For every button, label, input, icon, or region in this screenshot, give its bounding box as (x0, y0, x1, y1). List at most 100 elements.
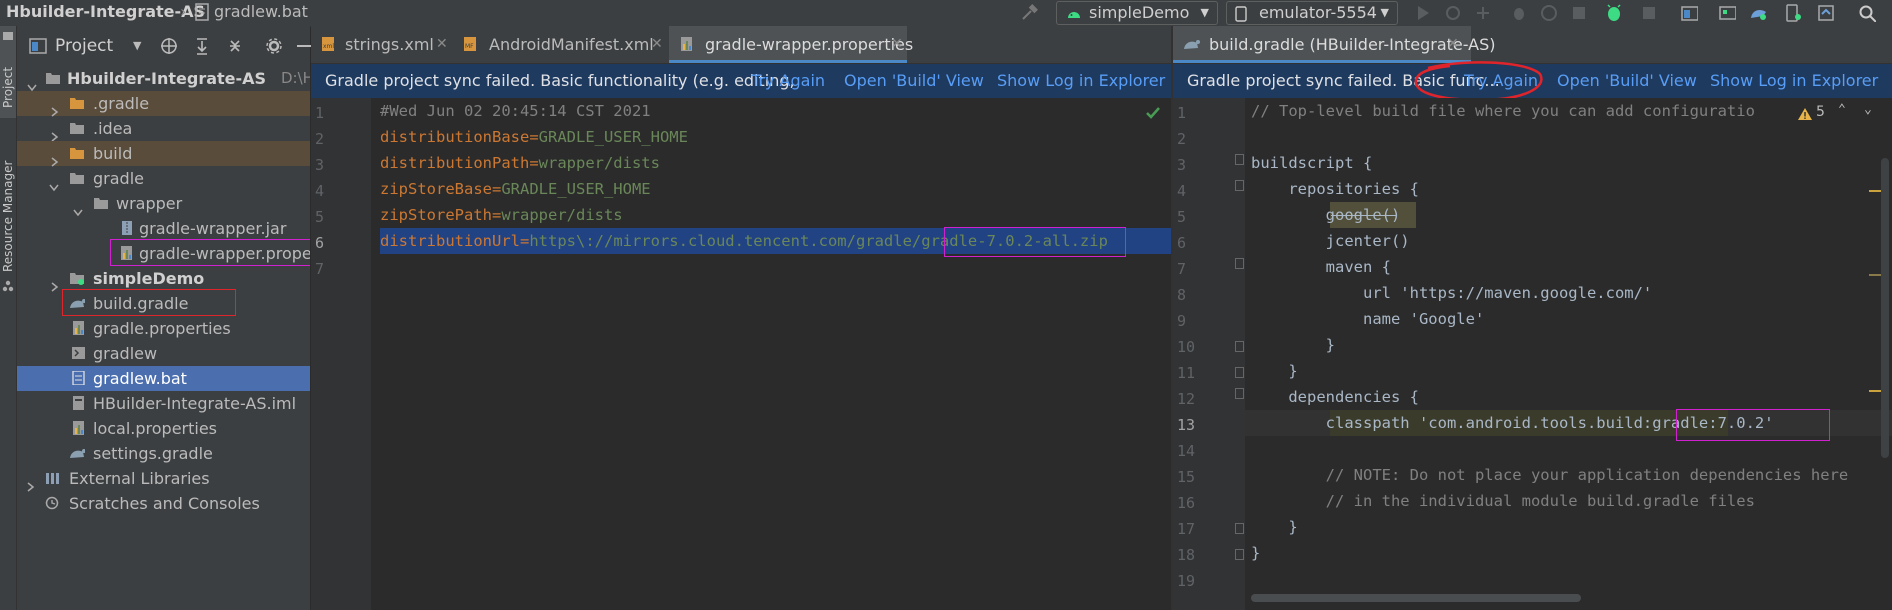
tree-node-root[interactable]: Hbuilder-Integrate-AS D:\HBuil (17, 66, 310, 92)
tab-androidmanifest-xml[interactable]: MF AndroidManifest.xml ✕ (453, 26, 667, 63)
tree-node-gradle[interactable]: gradle (17, 166, 310, 192)
jar-file-icon (122, 221, 132, 235)
fold-marker-icon[interactable] (1235, 388, 1244, 399)
debug-icon[interactable] (1510, 4, 1528, 22)
breadcrumb-project[interactable]: Hbuilder-Integrate-AS (6, 0, 205, 24)
line-number: 1 (1177, 104, 1187, 122)
code-line: repositories { (1251, 180, 1419, 198)
vertical-scrollbar[interactable] (1881, 158, 1889, 458)
avd-manager-icon[interactable] (1784, 4, 1802, 22)
tree-label: Scratches and Consoles (69, 494, 260, 513)
run-config-selector[interactable]: simpleDemo ▼ (1056, 1, 1218, 25)
folder-icon (70, 123, 84, 134)
tab-strings-xml[interactable]: xml strings.xml ✕ (311, 26, 451, 63)
fold-marker-icon[interactable] (1235, 523, 1244, 534)
close-icon[interactable]: ✕ (651, 26, 663, 63)
fold-marker-icon[interactable] (1235, 367, 1244, 378)
search-icon[interactable] (1858, 4, 1876, 22)
tree-node-gradle-properties[interactable]: gradle.properties (17, 316, 310, 341)
tree-node-gradlew-bat[interactable]: gradlew.bat (17, 366, 310, 391)
line-number: 9 (1177, 312, 1187, 330)
gear-icon[interactable] (265, 37, 283, 55)
hide-panel-icon[interactable] (297, 37, 311, 55)
horizontal-scrollbar[interactable] (1251, 594, 1581, 602)
fold-marker-icon[interactable] (1235, 154, 1244, 165)
resource-manager-tool-button[interactable]: Resource Manager (0, 132, 16, 292)
sdk-manager-icon[interactable] (1816, 4, 1834, 22)
tree-node-iml[interactable]: HBuilder-Integrate-AS.iml (17, 391, 310, 416)
tab-build-gradle[interactable]: build.gradle (HBuilder-Integrate-AS) ✕ (1173, 26, 1496, 63)
line-number: 17 (1177, 520, 1196, 538)
tree-node-gradlew[interactable]: gradlew (17, 341, 310, 366)
fold-marker-icon[interactable] (1235, 258, 1244, 269)
tree-label: .gradle (93, 94, 150, 113)
chevron-right-icon[interactable] (51, 124, 59, 142)
chevron-down-icon[interactable] (27, 74, 37, 92)
try-again-link[interactable]: Try Again (751, 64, 825, 98)
chevron-up-icon[interactable]: ⌃ (1838, 102, 1846, 117)
android-icon (1068, 12, 1080, 18)
chevron-right-icon[interactable] (51, 99, 59, 117)
profile-icon[interactable] (1540, 4, 1558, 22)
warning-icon[interactable] (1797, 107, 1813, 121)
editor-build-gradle[interactable]: 1 2 3 4 5 6 7 8 9 10 11 12 13 14 15 16 1… (1173, 98, 1892, 610)
tab-gradle-wrapper-properties[interactable]: gradle-wrapper.properties ✕ (669, 26, 913, 63)
fold-marker-icon[interactable] (1235, 180, 1244, 191)
tree-node-scratches[interactable]: Scratches and Consoles (17, 491, 310, 516)
open-build-view-link[interactable]: Open 'Build' View (1557, 64, 1697, 98)
close-icon[interactable]: ✕ (891, 26, 903, 63)
show-log-link[interactable]: Show Log in Explorer (997, 64, 1165, 98)
chevron-down-icon[interactable] (49, 174, 59, 192)
chevron-down-icon[interactable]: ▼ (133, 39, 141, 52)
close-icon[interactable]: ✕ (436, 26, 448, 63)
tree-node-local-properties[interactable]: local.properties (17, 416, 310, 441)
attach-debugger-icon[interactable] (1570, 4, 1588, 22)
tree-label: wrapper (116, 194, 183, 213)
tree-node-build[interactable]: build (17, 141, 310, 167)
project-structure-icon[interactable] (1680, 4, 1698, 22)
collapse-all-icon[interactable] (226, 37, 244, 55)
run-icon[interactable] (1414, 4, 1432, 22)
open-build-view-link[interactable]: Open 'Build' View (844, 64, 984, 98)
tree-node-gradle-wrapper-jar[interactable]: gradle-wrapper.jar (17, 216, 310, 241)
sync-gradle-icon[interactable] (1748, 4, 1766, 22)
device-selector[interactable]: emulator-5554 ▼ (1226, 1, 1398, 25)
expand-all-icon[interactable] (193, 37, 211, 55)
chevron-right-icon[interactable] (51, 149, 59, 167)
code-line: #Wed Jun 02 20:45:14 CST 2021 (380, 102, 651, 120)
line-number: 7 (315, 260, 325, 278)
apply-changes-icon[interactable] (1444, 4, 1462, 22)
breadcrumb-file[interactable]: gradlew.bat (214, 0, 308, 24)
project-tool-button[interactable]: Project (0, 26, 16, 118)
tree-node-settings-gradle[interactable]: settings.gradle (17, 441, 310, 466)
editor-gradle-wrapper-properties[interactable]: 1 2 3 4 5 6 7 #Wed Jun 02 20:45:14 CST 2… (311, 98, 1171, 610)
tree-node-idea[interactable]: .idea (17, 116, 310, 142)
folder-icon (70, 98, 84, 109)
tree-node-external-libraries[interactable]: External Libraries (17, 466, 310, 492)
chevron-right-icon[interactable] (51, 274, 59, 292)
tree-node-simpledemo[interactable]: simpleDemo (17, 266, 310, 292)
fold-marker-icon[interactable] (1235, 549, 1244, 560)
close-icon[interactable]: ✕ (1447, 26, 1459, 63)
chevron-down-icon[interactable] (73, 199, 83, 217)
hammer-icon[interactable] (1020, 4, 1038, 22)
fold-marker-icon[interactable] (1235, 341, 1244, 352)
libraries-icon (46, 473, 59, 484)
device-manager-icon[interactable] (1718, 4, 1736, 22)
tree-node-wrapper[interactable]: wrapper (17, 191, 310, 217)
project-view-title[interactable]: Project (55, 36, 113, 56)
phone-icon (1235, 6, 1247, 22)
stop-icon[interactable] (1640, 4, 1658, 22)
chevron-down-icon[interactable]: ⌄ (1864, 102, 1872, 117)
line-number: 1 (315, 104, 325, 122)
tree-label: External Libraries (69, 469, 210, 488)
tree-label: build (93, 144, 133, 163)
editor-gutter: 1 2 3 4 5 6 7 8 9 10 11 12 13 14 15 16 1… (1173, 98, 1245, 610)
sync-failed-banner-left: Gradle project sync failed. Basic functi… (311, 64, 1171, 98)
show-log-link[interactable]: Show Log in Explorer (1710, 64, 1878, 98)
apply-code-changes-icon[interactable] (1474, 4, 1492, 22)
select-opened-file-icon[interactable] (160, 37, 178, 55)
attach-android-icon[interactable] (1604, 4, 1622, 22)
chevron-right-icon[interactable] (27, 474, 35, 492)
tree-node-dot-gradle[interactable]: .gradle (17, 91, 310, 117)
